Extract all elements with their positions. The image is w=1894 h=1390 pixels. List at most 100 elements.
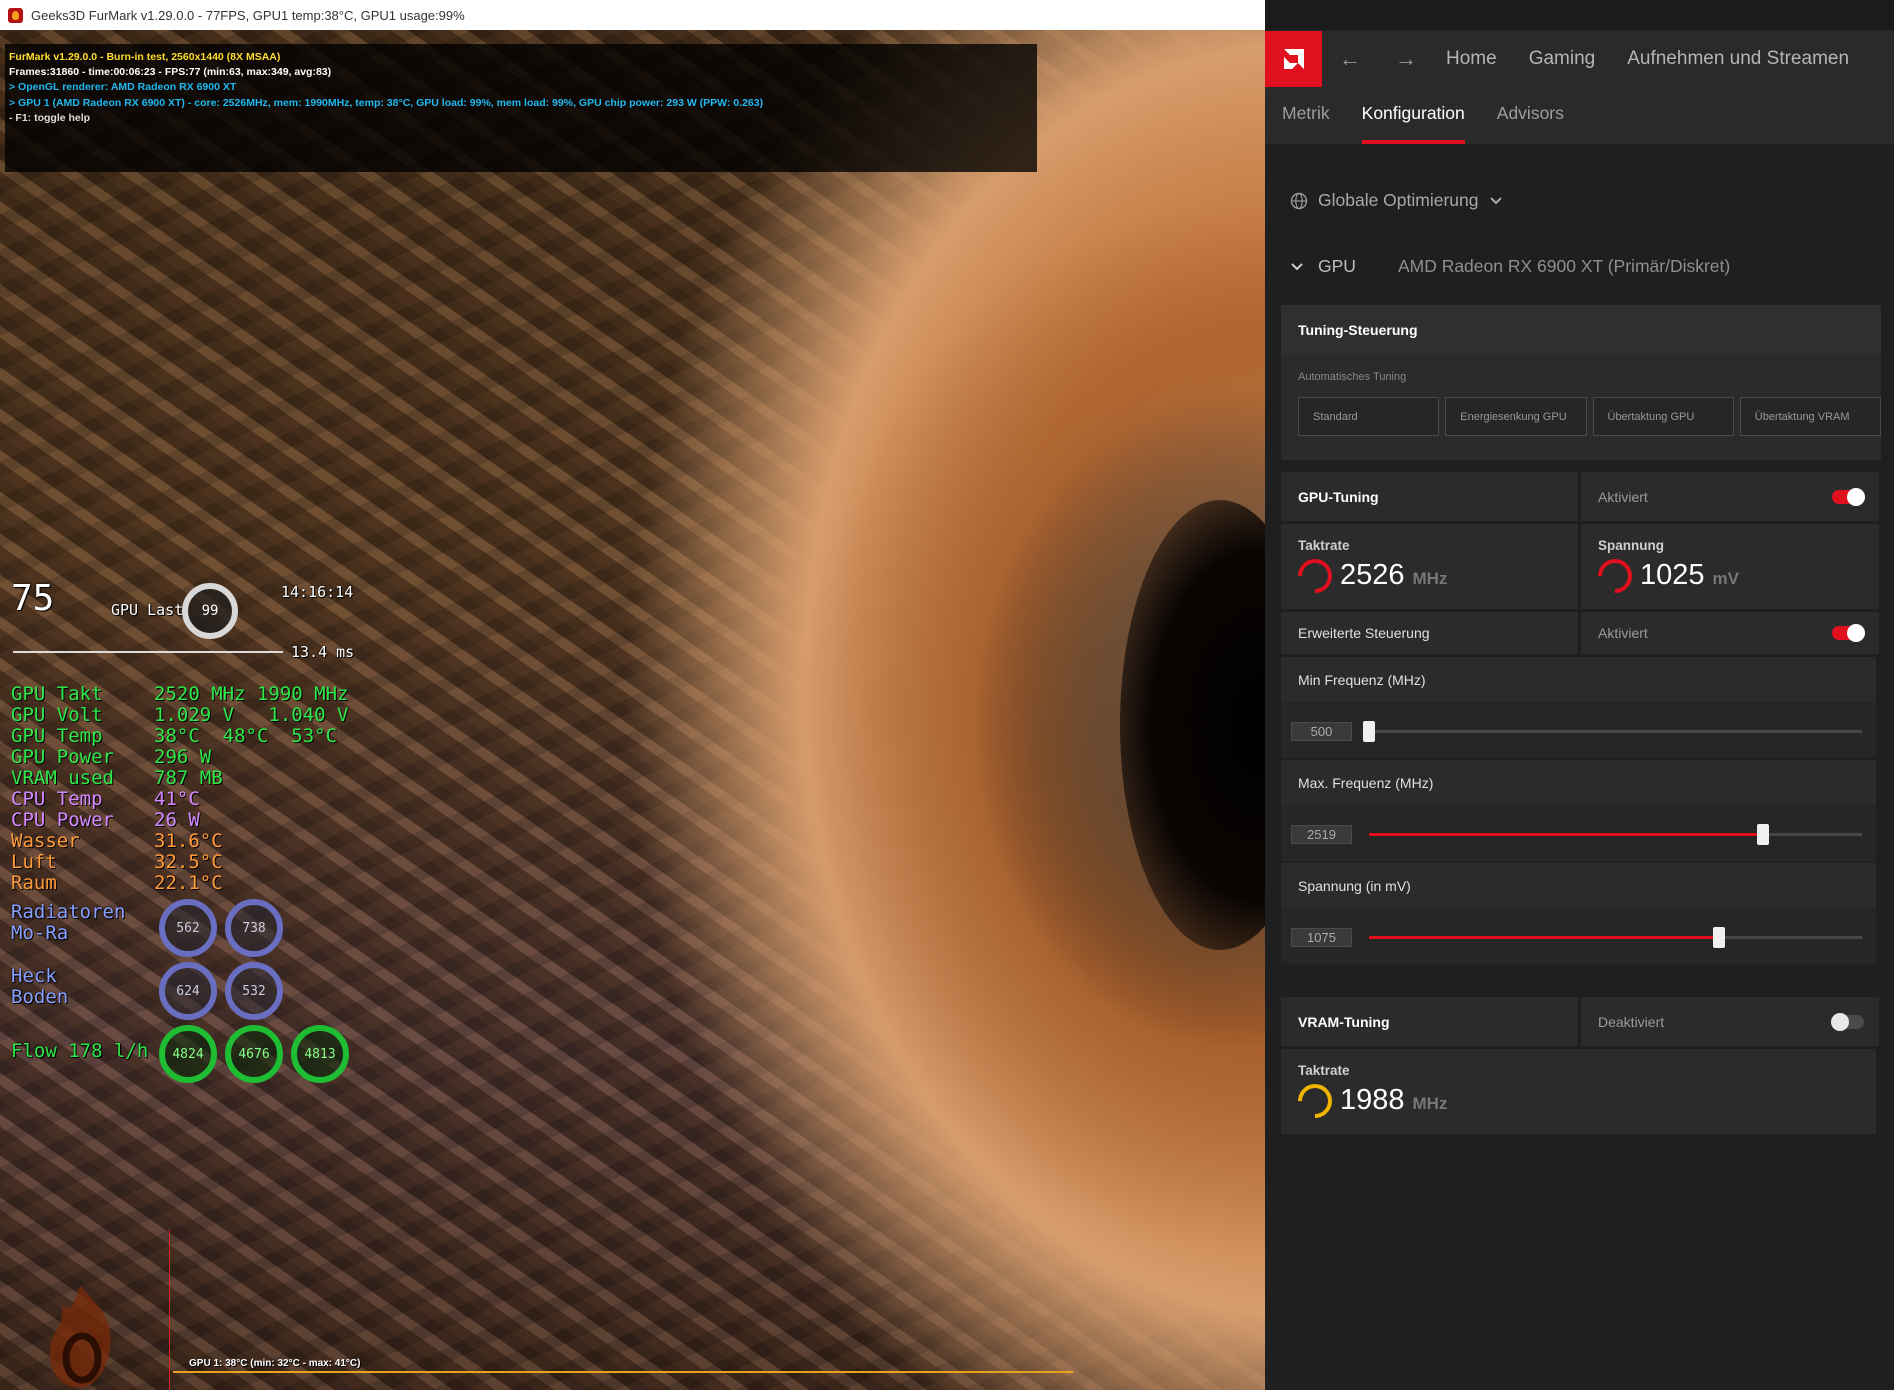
osd-frametime-graph bbox=[13, 651, 283, 653]
osd-fan-value: 624 bbox=[176, 983, 200, 999]
gpu-voltage-unit: mV bbox=[1712, 569, 1739, 588]
amd-logo-icon[interactable] bbox=[1265, 31, 1322, 87]
tab-konfiguration[interactable]: Konfiguration bbox=[1361, 103, 1465, 144]
furmark-info-line: FurMark v1.29.0.0 - Burn-in test, 2560x1… bbox=[9, 51, 281, 63]
nav-home[interactable]: Home bbox=[1446, 48, 1497, 70]
osd-fan-ring: 532 bbox=[225, 962, 283, 1020]
osd-stat-row: CPU Temp 41°C bbox=[11, 789, 348, 810]
gpu-label: GPU bbox=[1318, 256, 1356, 276]
osd-heck-label: Heck Boden bbox=[11, 966, 68, 1008]
chevron-collapse-icon bbox=[1291, 262, 1303, 270]
frequency-controls: Min Frequenz (MHz) 500 Max. Frequenz (MH… bbox=[1281, 657, 1876, 964]
osd-stat-value: 296 W bbox=[154, 746, 212, 768]
osd-stat-key: CPU Temp bbox=[11, 788, 103, 810]
advanced-control-row: Erweiterte Steuerung Aktiviert bbox=[1281, 612, 1881, 654]
osd-stat-value: 26 W bbox=[154, 809, 200, 831]
osd-radiator-label-2: Mo-Ra bbox=[11, 922, 69, 944]
min-freq-slider[interactable] bbox=[1363, 721, 1862, 742]
osd-fan-value: 738 bbox=[242, 920, 266, 936]
temperature-graph-axis bbox=[169, 1230, 170, 1390]
max-freq-slider[interactable] bbox=[1369, 824, 1862, 845]
vram-clock-label: Taktrate bbox=[1298, 1063, 1350, 1078]
vram-clock-readout: 1988 MHz bbox=[1290, 1076, 1876, 1126]
furmark-app-icon bbox=[8, 7, 23, 23]
furmark-info-line: - F1: toggle help bbox=[9, 111, 91, 124]
osd-flow-value: 4676 bbox=[238, 1046, 270, 1062]
chevron-down-icon bbox=[1489, 196, 1502, 204]
osd-flow-ring: 4813 bbox=[291, 1025, 349, 1083]
osd-stat-value: 2520 MHz 1990 MHz bbox=[154, 683, 349, 705]
min-freq-input[interactable]: 500 bbox=[1291, 722, 1352, 741]
vram-tuning-toggle[interactable] bbox=[1831, 1013, 1864, 1031]
back-arrow-icon[interactable]: ← bbox=[1322, 46, 1378, 72]
osd-stat-row: CPU Power 26 W bbox=[11, 810, 348, 831]
furmark-titlebar[interactable]: Geeks3D FurMark v1.29.0.0 - 77FPS, GPU1 … bbox=[0, 0, 1265, 30]
gpu-voltage-label: Spannung bbox=[1598, 538, 1664, 553]
gpu-tuning-card: GPU-Tuning Aktiviert Taktrate 2526 MHz S… bbox=[1281, 472, 1881, 964]
min-freq-slider-thumb[interactable] bbox=[1363, 721, 1375, 742]
osd-stat-row: Wasser 31.6°C bbox=[11, 831, 348, 852]
osd-flow-value: 4813 bbox=[304, 1046, 336, 1062]
osd-fan-ring: 738 bbox=[225, 899, 283, 957]
amd-radeon-panel: ← → Home Gaming Aufnehmen und Streamen M… bbox=[1265, 0, 1894, 1390]
preset-standard-button[interactable]: Standard bbox=[1298, 397, 1440, 436]
osd-stat-key: GPU Volt bbox=[11, 704, 103, 726]
osd-stat-row: Raum 22.1°C bbox=[11, 873, 348, 894]
forward-arrow-icon[interactable]: → bbox=[1378, 46, 1434, 72]
gpu-name: AMD Radeon RX 6900 XT (Primär/Diskret) bbox=[1397, 256, 1731, 276]
voltage-input[interactable]: 1075 bbox=[1291, 928, 1352, 947]
globe-icon bbox=[1290, 192, 1308, 209]
osd-radiator-label-1: Radiatoren bbox=[11, 901, 126, 923]
min-freq-slider-row: 500 bbox=[1281, 702, 1876, 758]
voltage-slider-row: 1075 bbox=[1281, 908, 1876, 964]
osd-stat-row: Luft 32.5°C bbox=[11, 852, 348, 873]
preset-undervolt-gpu-button[interactable]: Energiesenkung GPU bbox=[1445, 397, 1587, 436]
max-freq-slider-fill bbox=[1369, 833, 1764, 836]
furmark-render-canvas: FurMark v1.29.0.0 - Burn-in test, 2560x1… bbox=[0, 30, 1265, 1390]
nav-record-stream[interactable]: Aufnehmen und Streamen bbox=[1627, 48, 1849, 70]
vram-clock-unit: MHz bbox=[1412, 1094, 1448, 1113]
amd-subtabs: Metrik Konfiguration Advisors bbox=[1265, 87, 1894, 144]
gpu-tuning-title: GPU-Tuning bbox=[1281, 472, 1578, 521]
osd-stat-key: Raum bbox=[11, 872, 57, 894]
voltage-slider-label: Spannung (in mV) bbox=[1281, 863, 1876, 908]
preset-overclock-vram-button[interactable]: Übertaktung VRAM bbox=[1739, 397, 1881, 436]
gpu-clock-value: 2526 bbox=[1340, 559, 1405, 591]
osd-stat-key: Wasser bbox=[11, 830, 80, 852]
max-freq-label: Max. Frequenz (MHz) bbox=[1281, 760, 1876, 805]
advanced-control-toggle-cell: Aktiviert bbox=[1581, 612, 1879, 654]
voltage-slider[interactable] bbox=[1369, 927, 1862, 948]
profile-selector[interactable]: Globale Optimierung bbox=[1290, 190, 1503, 211]
max-freq-input[interactable]: 2519 bbox=[1291, 825, 1352, 844]
advanced-control-toggle[interactable] bbox=[1832, 624, 1865, 642]
gpu-tuning-toggle[interactable] bbox=[1832, 488, 1865, 506]
osd-gpu-last-label: GPU Last bbox=[111, 601, 184, 619]
tuning-control-card: Tuning-Steuerung Automatisches Tuning St… bbox=[1281, 305, 1881, 460]
osd-flow-ring: 4824 bbox=[159, 1025, 217, 1083]
osd-stat-value: 32.5°C bbox=[154, 851, 223, 873]
furmark-flame-logo-icon bbox=[49, 1285, 111, 1388]
voltage-slider-thumb[interactable] bbox=[1713, 927, 1726, 948]
osd-heck-label-2: Boden bbox=[11, 986, 69, 1008]
profile-label: Globale Optimierung bbox=[1318, 190, 1479, 210]
osd-stat-key: GPU Takt bbox=[11, 683, 103, 705]
osd-fps: 75 bbox=[11, 578, 55, 619]
nav-gaming[interactable]: Gaming bbox=[1529, 48, 1596, 70]
gpu-selector[interactable]: GPU AMD Radeon RX 6900 XT (Primär/Diskre… bbox=[1290, 256, 1730, 277]
osd-stat-value: 787 MB bbox=[154, 767, 223, 789]
osd-flow-value: 4824 bbox=[172, 1046, 204, 1062]
tab-metrik[interactable]: Metrik bbox=[1282, 103, 1330, 144]
osd-stat-key: VRAM used bbox=[11, 767, 114, 789]
max-freq-slider-thumb[interactable] bbox=[1757, 824, 1770, 845]
osd-stat-row: GPU Power 296 W bbox=[11, 747, 348, 768]
max-freq-slider-row: 2519 bbox=[1281, 805, 1876, 861]
furmark-info-line: Frames:31860 - time:00:06:23 - FPS:77 (m… bbox=[9, 66, 332, 79]
gpu-clock-label: Taktrate bbox=[1298, 538, 1350, 553]
vram-clock-metric: Taktrate 1988 MHz bbox=[1281, 1049, 1876, 1134]
osd-stat-row: VRAM used 787 MB bbox=[11, 768, 348, 789]
gpu-clock-unit: MHz bbox=[1412, 569, 1448, 588]
osd-stats: GPU Takt 2520 MHz 1990 MHz GPU Volt 1.029 … bbox=[11, 684, 348, 894]
preset-overclock-gpu-button[interactable]: Übertaktung GPU bbox=[1592, 397, 1734, 436]
gpu-voltage-value: 1025 bbox=[1640, 559, 1705, 591]
tab-advisors[interactable]: Advisors bbox=[1497, 103, 1564, 144]
